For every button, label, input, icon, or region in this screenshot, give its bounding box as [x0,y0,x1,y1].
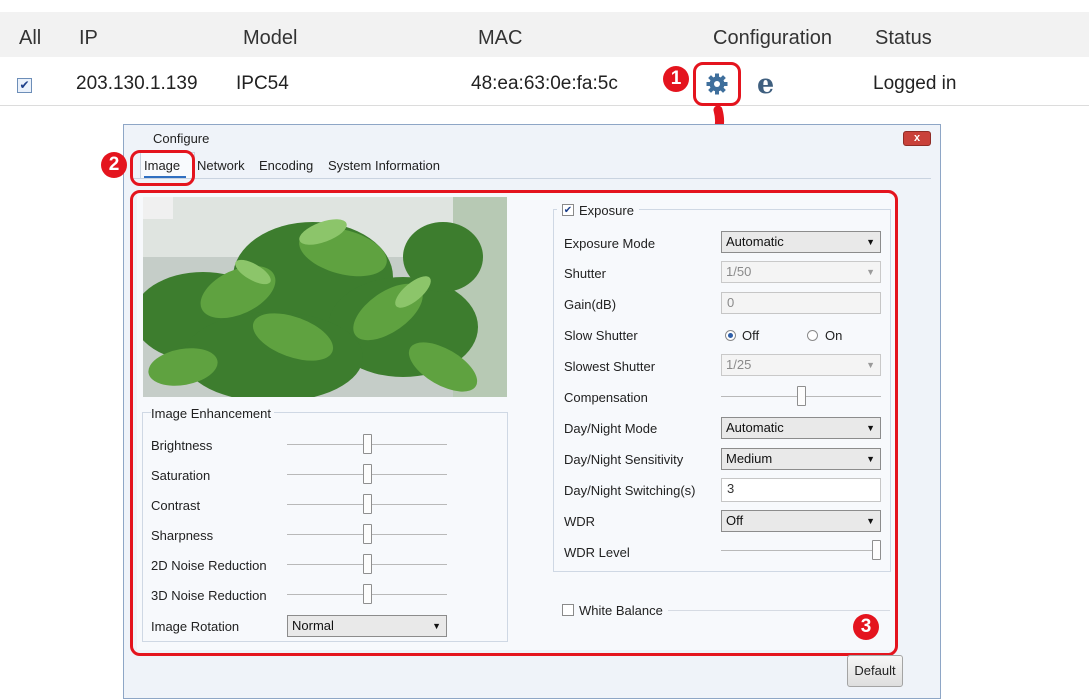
callout-2: 2 [101,152,127,178]
highlight-image-settings [130,190,898,656]
gear-icon[interactable] [705,72,729,96]
dialog-title: Configure [153,131,210,146]
tab-divider [131,178,931,179]
row-status: Logged in [873,73,957,94]
callout-1: 1 [663,66,689,92]
highlight-image-tab [130,150,195,186]
close-icon[interactable]: x [903,131,931,146]
row-checkbox[interactable]: ✔ [17,78,32,93]
tab-system-information[interactable]: System Information [328,158,440,173]
row-model: IPC54 [236,73,289,94]
ie-icon[interactable]: e [757,69,774,100]
header-status[interactable]: Status [875,27,932,50]
header-mac[interactable]: MAC [478,27,522,50]
default-button[interactable]: Default [847,655,903,687]
row-mac: 48:ea:63:0e:fa:5c [471,73,618,94]
tab-network[interactable]: Network [197,158,245,173]
header-ip[interactable]: IP [79,27,98,50]
tab-encoding[interactable]: Encoding [259,158,313,173]
header-all[interactable]: All [19,27,41,50]
header-configuration: Configuration [713,27,832,49]
header-model[interactable]: Model [243,27,297,50]
row-ip: 203.130.1.139 [76,73,198,94]
callout-3: 3 [853,614,879,640]
